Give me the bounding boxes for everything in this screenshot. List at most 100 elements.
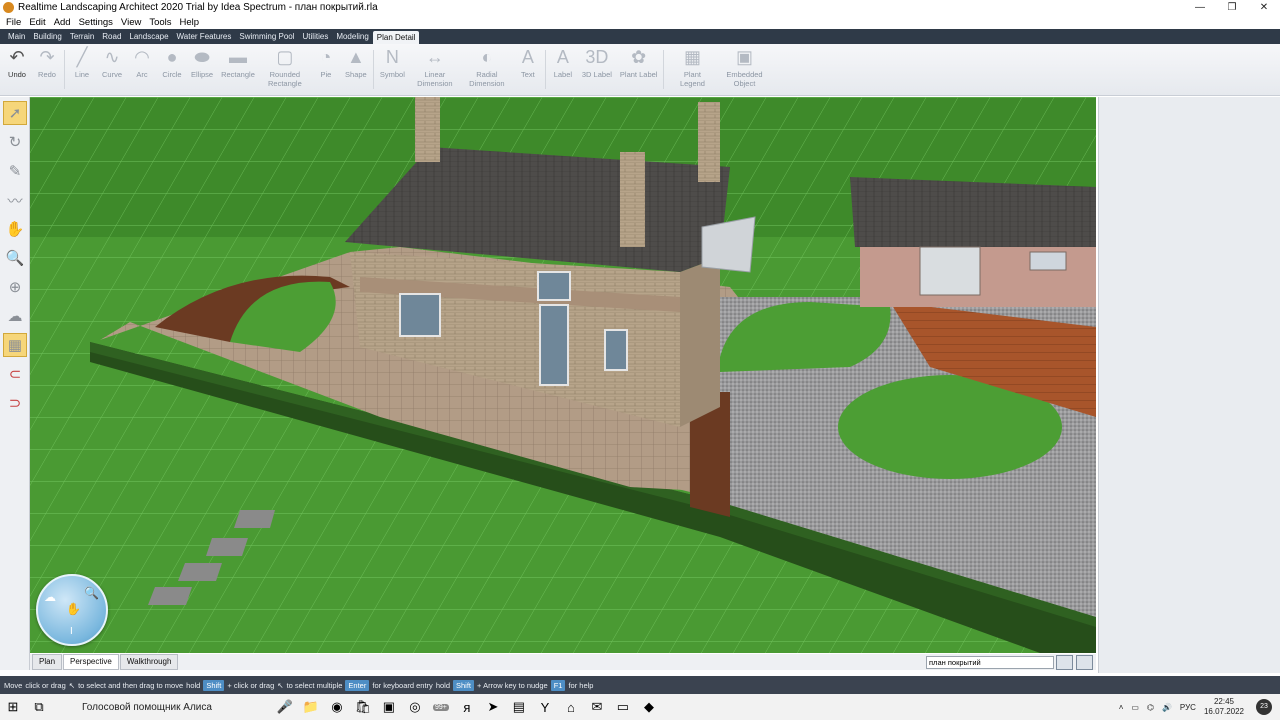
tab-building[interactable]: Building xyxy=(29,29,65,44)
menu-add[interactable]: Add xyxy=(50,17,75,28)
menu-view[interactable]: View xyxy=(117,17,145,28)
ribbon-label: Shape xyxy=(345,70,367,79)
linear-dimension-button[interactable]: ↔ Linear Dimension xyxy=(409,44,461,95)
perspective-viewport[interactable]: ☁ 🔍 ✋ I xyxy=(30,97,1096,653)
network-icon[interactable]: ⌬ xyxy=(1147,703,1154,712)
pdf-icon[interactable]: ▤ xyxy=(506,694,532,720)
tab-plan-detail[interactable]: Plan Detail xyxy=(372,31,420,44)
curve-button[interactable]: ∿ Curve xyxy=(97,44,127,95)
chrome-icon[interactable]: ◎ xyxy=(402,694,428,720)
ribbon-label: 3D Label xyxy=(581,70,612,79)
pie-button[interactable]: ◔ Pie xyxy=(311,44,341,95)
close-button[interactable]: ✕ xyxy=(1248,0,1280,15)
circle-button[interactable]: ● Circle xyxy=(157,44,187,95)
menu-tools[interactable]: Tools xyxy=(145,17,175,28)
menu-edit[interactable]: Edit xyxy=(25,17,49,28)
tab-walkthrough[interactable]: Walkthrough xyxy=(119,654,179,670)
messenger-icon[interactable]: ✉ xyxy=(584,694,610,720)
symbol-button[interactable]: N Symbol xyxy=(376,44,409,95)
active-app-icon[interactable]: ◆ xyxy=(636,694,662,720)
tab-perspective[interactable]: Perspective xyxy=(63,654,119,670)
pan-tool[interactable]: ✋ xyxy=(3,217,27,241)
grid-tool[interactable]: ▦ xyxy=(3,333,27,357)
orbit-tool[interactable]: ☁ xyxy=(3,304,27,328)
office-icon[interactable]: ▣ xyxy=(376,694,402,720)
tab-road[interactable]: Road xyxy=(98,29,125,44)
rotate-tool[interactable]: ↻ xyxy=(3,130,27,154)
height-icon[interactable]: I xyxy=(70,626,73,637)
system-tray: ˄ ▭ ⌬ 🔊 РУС 22:45 16.07.2022 xyxy=(1119,694,1244,720)
ellipse-button[interactable]: ⬬ Ellipse xyxy=(187,44,217,95)
task-view-icon[interactable]: ⧉ xyxy=(26,694,52,720)
plant-label-button[interactable]: ✿ Plant Label xyxy=(616,44,662,95)
redo-button[interactable]: ↷ Redo xyxy=(32,44,62,95)
rectangle-button[interactable]: ▬ Rectangle xyxy=(217,44,259,95)
zoom-extents-tool[interactable]: ⊕ xyxy=(3,275,27,299)
monitor-icon[interactable]: ▭ xyxy=(610,694,636,720)
plan-select[interactable]: план покрытий xyxy=(926,656,1054,669)
notification-center-icon[interactable]: 23 xyxy=(1256,699,1272,715)
landscaping-app-icon[interactable]: ⌂ xyxy=(558,694,584,720)
menu-help[interactable]: Help xyxy=(176,17,204,28)
clock[interactable]: 22:45 16.07.2022 xyxy=(1204,697,1244,717)
plant-legend-button[interactable]: ▦ Plant Legend xyxy=(666,44,718,95)
line-button[interactable]: ╱ Line xyxy=(67,44,97,95)
shape-button[interactable]: ▲ Shape xyxy=(341,44,371,95)
circle-icon: ● xyxy=(166,46,178,67)
select-tool[interactable]: ➚ xyxy=(3,101,27,125)
minimize-button[interactable]: — xyxy=(1184,0,1216,15)
ribbon-tab-bar: Main Building Terrain Road Landscape Water Fe… xyxy=(0,29,1280,44)
file-explorer-icon[interactable]: 📁 xyxy=(298,694,324,720)
rounded-rectangle-button[interactable]: ▢ Rounded Rectangle xyxy=(259,44,311,95)
3d-label-button[interactable]: 3D 3D Label xyxy=(578,44,616,95)
pan-hand-icon[interactable]: ✋ xyxy=(66,602,81,616)
label-button[interactable]: A Label xyxy=(548,44,578,95)
status-text: hold xyxy=(186,680,201,690)
zoom-tool[interactable]: 🔍 xyxy=(3,246,27,270)
status-text: + click or drag xyxy=(227,680,275,690)
language-indicator[interactable]: РУС xyxy=(1180,703,1196,712)
mail-icon[interactable]: 99+ xyxy=(428,694,454,720)
store-icon[interactable]: 🛍 xyxy=(350,694,376,720)
radial-dimension-button[interactable]: ◐ Radial Dimension xyxy=(461,44,513,95)
plan-options-button[interactable] xyxy=(1056,655,1073,670)
arc-button[interactable]: ◠ Arc xyxy=(127,44,157,95)
yandex-browser-icon[interactable]: Y xyxy=(532,694,558,720)
maximize-button[interactable]: ❐ xyxy=(1216,0,1248,15)
tab-swimming-pool[interactable]: Swimming Pool xyxy=(235,29,298,44)
alice-search-box[interactable]: Голосовой помощник Алиса xyxy=(82,702,212,713)
status-text: for keyboard entry xyxy=(372,680,433,690)
tab-main[interactable]: Main xyxy=(4,29,29,44)
tab-landscape[interactable]: Landscape xyxy=(125,29,172,44)
plant-legend-icon: ▦ xyxy=(683,46,701,67)
status-text: ↖ xyxy=(68,680,76,690)
tab-utilities[interactable]: Utilities xyxy=(299,29,333,44)
chevron-up-icon[interactable]: ˄ xyxy=(1119,703,1124,712)
volume-icon[interactable]: 🔊 xyxy=(1162,703,1172,712)
zoom-icon[interactable]: 🔍 xyxy=(84,586,99,600)
tab-water-features[interactable]: Water Features xyxy=(173,29,236,44)
plan-dropdown-button[interactable] xyxy=(1076,655,1093,670)
telegram-icon[interactable]: ➤ xyxy=(480,694,506,720)
ribbon-separator xyxy=(663,50,665,89)
snap-tool[interactable]: ⊃ xyxy=(3,391,27,415)
edge-icon[interactable]: ◉ xyxy=(324,694,350,720)
orbit-icon[interactable]: ☁ xyxy=(44,590,56,604)
embedded-object-button[interactable]: ▣ Embedded Object xyxy=(718,44,770,95)
draw-tool[interactable]: 〰 xyxy=(3,188,27,212)
magnet-tool[interactable]: ⊂ xyxy=(3,362,27,386)
navigation-compass[interactable]: ☁ 🔍 ✋ I xyxy=(36,574,108,646)
tab-modeling[interactable]: Modeling xyxy=(332,29,372,44)
edit-tool[interactable]: ✎ xyxy=(3,159,27,183)
menu-settings[interactable]: Settings xyxy=(75,17,117,28)
yandex-icon[interactable]: я xyxy=(454,694,480,720)
text-button[interactable]: A Text xyxy=(513,44,543,95)
microphone-icon[interactable]: 🎤 xyxy=(272,694,298,720)
window-controls: — ❐ ✕ xyxy=(1184,0,1280,15)
undo-button[interactable]: ↶ Undo xyxy=(2,44,32,95)
battery-icon[interactable]: ▭ xyxy=(1131,703,1139,712)
start-button[interactable]: ⊞ xyxy=(0,694,26,720)
menu-file[interactable]: File xyxy=(2,17,25,28)
tab-terrain[interactable]: Terrain xyxy=(66,29,98,44)
tab-plan[interactable]: Plan xyxy=(32,654,63,670)
